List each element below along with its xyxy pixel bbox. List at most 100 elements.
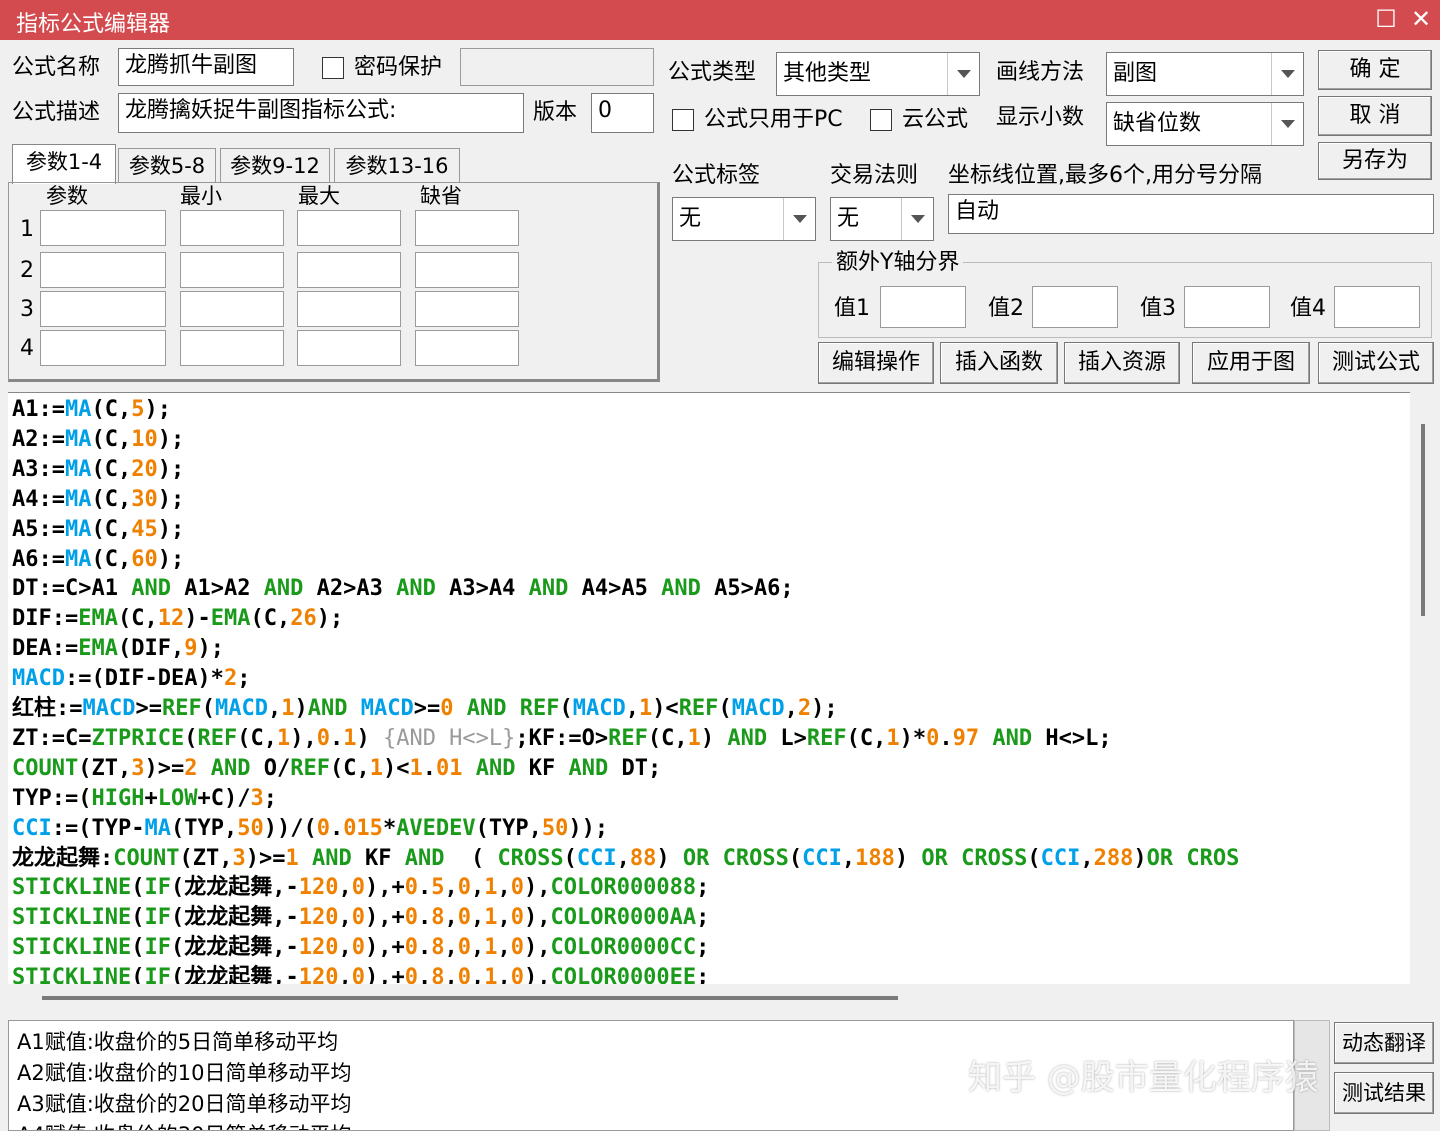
- edit-operation-button[interactable]: 编辑操作: [818, 342, 934, 384]
- vertical-scrollbar-thumb[interactable]: [1421, 424, 1425, 616]
- code-line: 龙龙起舞:COUNT(ZT,3)>=1 AND KF AND ( CROSS(C…: [12, 844, 1239, 874]
- code-token: :=(DIF-DEA)*: [64, 666, 224, 692]
- param-name-input[interactable]: [40, 210, 166, 246]
- restore-icon[interactable]: ☐: [1370, 4, 1402, 36]
- chevron-down-icon[interactable]: [901, 198, 933, 240]
- formula-desc-input[interactable]: 龙腾擒妖捉牛副图指标公式:: [118, 93, 524, 133]
- ok-button[interactable]: 确 定: [1318, 50, 1432, 90]
- insert-function-button[interactable]: 插入函数: [940, 342, 1058, 384]
- tab-params-5-8[interactable]: 参数5-8: [118, 148, 216, 183]
- param-default-input[interactable]: [415, 252, 519, 288]
- title-bar: 指标公式编辑器 ☐ ✕: [0, 0, 1440, 40]
- cloud-formula-label: 云公式: [902, 107, 969, 132]
- code-line: STICKLINE(IF(龙龙起舞,-120,0),+0.8,0,1,0),CO…: [12, 963, 709, 984]
- decimals-select[interactable]: 缺省位数: [1106, 102, 1304, 146]
- param-max-input[interactable]: [297, 330, 401, 366]
- param-max-input[interactable]: [297, 210, 401, 246]
- chevron-down-icon[interactable]: [1271, 103, 1303, 145]
- code-token: REF: [197, 725, 238, 751]
- code-token: OR: [1146, 845, 1174, 871]
- param-default-input[interactable]: [415, 330, 519, 366]
- param-default-input[interactable]: [415, 210, 519, 246]
- code-token: REF: [519, 696, 560, 721]
- watermark: 知乎 @股市量化程序猿: [968, 1058, 1319, 1098]
- code-token: 0: [351, 905, 365, 931]
- chevron-down-icon[interactable]: [783, 198, 815, 240]
- param-name-input[interactable]: [40, 330, 166, 366]
- horizontal-scrollbar-thumb[interactable]: [42, 996, 898, 1000]
- code-token: 1: [285, 845, 299, 871]
- code-token: ): [894, 845, 922, 871]
- code-token: :=(TYP-: [51, 815, 145, 841]
- decimals-label: 显示小数: [996, 105, 1085, 130]
- horizontal-scrollbar[interactable]: [8, 984, 1410, 1014]
- code-token: 88: [629, 845, 657, 871]
- vertical-scrollbar[interactable]: [1410, 392, 1440, 984]
- apply-to-chart-button[interactable]: 应用于图: [1192, 342, 1310, 384]
- param-default-input[interactable]: [415, 291, 519, 327]
- save-as-button[interactable]: 另存为: [1318, 142, 1432, 180]
- code-token: (: [1027, 845, 1041, 871]
- value2-input[interactable]: [1032, 286, 1118, 328]
- code-token: );: [157, 516, 185, 542]
- code-token: ,: [338, 965, 352, 984]
- code-token: 8: [431, 905, 445, 931]
- code-token: >=: [413, 696, 441, 721]
- code-token: (: [201, 696, 215, 721]
- formula-type-select[interactable]: 其他类型: [776, 52, 980, 96]
- code-token: ,: [497, 935, 511, 961]
- close-icon[interactable]: ✕: [1405, 4, 1437, 36]
- code-token: CCI: [576, 845, 617, 871]
- code-line: DEA:=EMA(DIF,9);: [12, 634, 224, 664]
- code-token: AND: [210, 755, 251, 781]
- code-token: COLOR0000EE: [550, 965, 697, 984]
- cloud-formula-checkbox[interactable]: [870, 109, 892, 131]
- param-min-input[interactable]: [180, 330, 284, 366]
- value3-input[interactable]: [1184, 286, 1270, 328]
- trade-rule-select[interactable]: 无: [830, 197, 934, 241]
- value4-input[interactable]: [1334, 286, 1420, 328]
- version-input[interactable]: 0: [591, 93, 654, 133]
- code-line: COUNT(ZT,3)>=2 AND O/REF(C,1)<1.01 AND K…: [12, 754, 661, 784]
- axis-position-input[interactable]: 自动: [948, 194, 1434, 234]
- param-header-min: 最小: [180, 184, 222, 208]
- code-token: A4>A5: [568, 576, 662, 602]
- test-formula-button[interactable]: 测试公式: [1318, 342, 1434, 384]
- code-token: A6:=: [12, 546, 65, 572]
- dynamic-translate-button[interactable]: 动态翻译: [1334, 1022, 1434, 1064]
- param-min-input[interactable]: [180, 252, 284, 288]
- tab-params-9-12[interactable]: 参数9-12: [220, 148, 330, 183]
- chevron-down-icon[interactable]: [947, 53, 979, 95]
- tab-params-13-16[interactable]: 参数13-16: [334, 148, 460, 183]
- code-token: .: [417, 965, 432, 984]
- code-token: >=: [135, 696, 162, 721]
- param-min-input[interactable]: [180, 291, 284, 327]
- draw-method-select[interactable]: 副图: [1106, 52, 1304, 96]
- formula-tag-select[interactable]: 无: [672, 197, 816, 241]
- param-name-input[interactable]: [40, 252, 166, 288]
- test-result-button[interactable]: 测试结果: [1334, 1072, 1434, 1114]
- code-token: 0: [510, 935, 524, 961]
- formula-type-value: 其他类型: [783, 61, 872, 86]
- param-name-input[interactable]: [40, 291, 166, 327]
- param-row-number: 1: [20, 217, 34, 242]
- chevron-down-icon[interactable]: [1271, 53, 1303, 95]
- code-token: MACD: [731, 696, 785, 721]
- code-token: A5>A6;: [700, 576, 794, 602]
- insert-resource-button[interactable]: 插入资源: [1064, 342, 1180, 384]
- code-token: MACD: [12, 666, 65, 692]
- code-token: 30: [131, 486, 158, 512]
- code-token: (: [131, 965, 145, 984]
- param-max-input[interactable]: [297, 291, 401, 327]
- formula-name-input[interactable]: 龙腾抓牛副图: [118, 48, 294, 86]
- param-max-input[interactable]: [297, 252, 401, 288]
- password-checkbox[interactable]: [322, 57, 344, 79]
- tab-params-1-4[interactable]: 参数1-4: [12, 144, 116, 184]
- pc-only-checkbox[interactable]: [672, 109, 694, 131]
- code-editor[interactable]: A1:=MA(C,5); A2:=MA(C,10); A3:=MA(C,20); A4…: [8, 392, 1410, 984]
- param-min-input[interactable]: [180, 210, 284, 246]
- password-input[interactable]: [460, 48, 654, 86]
- cancel-button[interactable]: 取 消: [1318, 96, 1432, 136]
- value1-input[interactable]: [880, 286, 966, 328]
